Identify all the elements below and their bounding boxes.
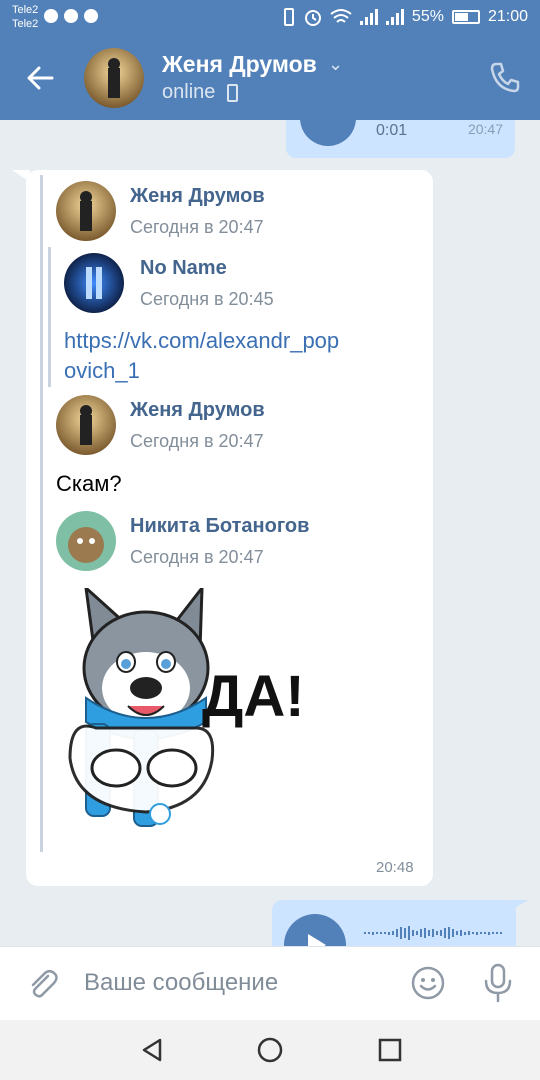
avatar-image [56,511,116,571]
signal-1-icon [359,9,378,25]
nav-back-button[interactable] [138,1036,166,1064]
nav-recents-button[interactable] [376,1036,404,1064]
play-icon [308,934,326,946]
message-text: Скам? [56,471,122,496]
sender-avatar[interactable] [64,253,124,313]
sticker[interactable]: ДА! [56,583,336,848]
outgoing-voice-message[interactable] [272,900,516,946]
wifi-icon [330,9,352,23]
chat-header: Женя Друмов ⌄ online [0,36,540,120]
nav-back-icon [142,1038,162,1062]
avatar-image [84,48,144,108]
forward-date: Сегодня в 20:45 [140,289,274,309]
sender-avatar[interactable] [56,511,116,571]
battery-icon [451,10,480,24]
voice-waveform[interactable] [364,926,504,940]
chat-area[interactable]: 0:01 20:47 Женя Друмов Сегодня в 20:47 N… [0,120,540,946]
forward-date: Сегодня в 20:47 [130,547,264,567]
message-notification-icon [44,9,58,23]
status-bar: Tele2 Tele2 55% 21:00 [0,0,540,36]
message-composer [0,946,540,1020]
message-input[interactable] [84,961,394,1005]
attach-button[interactable] [26,967,60,1001]
nav-home-button[interactable] [256,1036,284,1064]
message-time: 20:48 [376,859,414,876]
status-right: 55% 21:00 [282,8,528,26]
sticker-text: ДА! [202,664,305,729]
forward-sender[interactable]: Женя Друмов [130,185,265,208]
signal-2-icon [385,9,404,25]
phone-call-icon [490,62,520,93]
husky-sticker-image: ДА! [68,583,305,827]
contact-status: online [162,81,216,103]
call-button[interactable] [488,60,522,94]
avatar-image [64,253,124,313]
avatar-image [56,395,116,455]
clock: 21:00 [487,8,528,25]
carrier-1: Tele2 [12,4,39,16]
play-button[interactable] [300,120,356,146]
forward-date: Сегодня в 20:47 [130,431,264,451]
contact-avatar[interactable] [84,48,144,108]
forward-sender[interactable]: Никита Ботаногов [130,515,309,538]
forward-sender[interactable]: Женя Друмов [130,399,265,422]
smile-icon [411,966,445,1000]
sender-avatar[interactable] [56,395,116,455]
message-time: 20:47 [467,121,503,137]
microphone-icon [484,963,512,1003]
carrier-2: Tele2 [12,18,39,30]
chevron-down-icon[interactable]: ⌄ [328,54,343,75]
message-link[interactable]: https://vk.com/alexandr_popovich_1 [64,326,344,386]
sender-avatar[interactable] [56,181,116,241]
avatar-image [56,181,116,241]
forward-line-nested [48,247,51,387]
nav-recents-icon [378,1038,402,1062]
outgoing-voice-message[interactable]: 0:01 20:47 [286,120,515,158]
voice-duration: 0:01 [376,122,408,139]
forward-line [40,175,43,852]
paperclip-icon [31,970,58,998]
emoji-button[interactable] [411,966,445,1000]
forward-sender[interactable]: No Name [140,257,227,280]
location-icon [84,9,98,23]
alarm-icon [304,10,321,26]
app-notification-icon [64,9,78,23]
back-arrow-icon [27,66,54,90]
battery-percent: 55% [411,8,444,25]
notification-icons [44,9,98,23]
contact-name[interactable]: Женя Друмов [162,51,317,78]
forward-date: Сегодня в 20:47 [130,217,264,237]
back-button[interactable] [24,60,60,96]
voice-record-button[interactable] [482,963,514,1003]
mobile-phone-icon [227,84,238,102]
system-navigation-bar [0,1020,540,1080]
nav-home-icon [257,1037,283,1063]
vibrate-icon [283,8,294,26]
